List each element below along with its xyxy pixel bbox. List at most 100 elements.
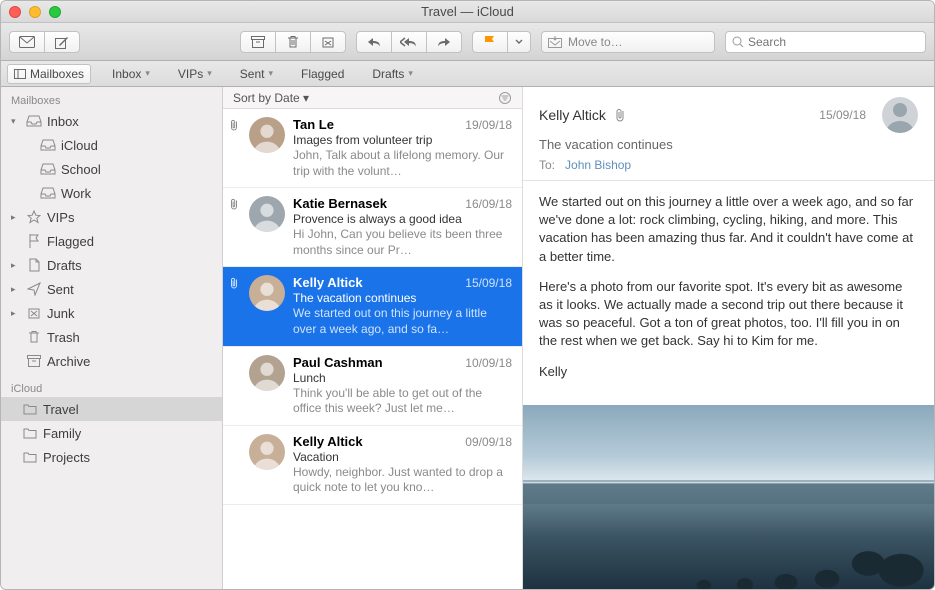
preview-paragraph: We started out on this journey a little … <box>539 193 918 266</box>
sent-icon <box>25 282 43 296</box>
attachment-indicator <box>227 355 241 417</box>
inbox-icon <box>39 139 57 151</box>
preview-to: To: John Bishop <box>539 158 918 172</box>
compose-button[interactable] <box>44 31 80 53</box>
flag-button[interactable] <box>472 31 508 53</box>
disclosure-triangle[interactable]: ▸ <box>11 212 21 223</box>
chevron-down-icon <box>515 39 523 45</box>
message-row[interactable]: Kelly Altick09/09/18VacationHowdy, neigh… <box>223 426 522 505</box>
preview-body: We started out on this journey a little … <box>523 181 934 405</box>
sidebar-item-label: Archive <box>47 354 90 369</box>
favorites-bar: Mailboxes Inbox▾ VIPs▾ Sent▾ Flagged Dra… <box>1 61 934 87</box>
message-from: Paul Cashman <box>293 355 383 370</box>
sidebar-item-label: Trash <box>47 330 80 345</box>
flag-menu-button[interactable] <box>507 31 531 53</box>
inbox-icon <box>25 115 43 127</box>
sidebar-mailbox-flagged[interactable]: Flagged <box>1 229 222 253</box>
reply-all-button[interactable] <box>391 31 427 53</box>
search-field[interactable] <box>725 31 926 53</box>
sidebar-mailbox-inbox[interactable]: ▾Inbox <box>1 109 222 133</box>
message-preview-text: Howdy, neighbor. Just wanted to drop a q… <box>293 465 512 496</box>
sidebar-mailbox-junk[interactable]: ▸ Junk <box>1 301 222 325</box>
titlebar: Travel — iCloud <box>1 1 934 23</box>
sidebar-item-label: School <box>61 162 101 177</box>
junk-button[interactable] <box>310 31 346 53</box>
app-window: Travel — iCloud <box>0 0 935 590</box>
folder-icon <box>21 427 39 439</box>
sidebar-folder-travel[interactable]: Travel <box>1 397 222 421</box>
sender-avatar <box>249 117 285 153</box>
minimize-window-button[interactable] <box>29 6 41 18</box>
favorites-sent[interactable]: Sent▾ <box>233 64 280 84</box>
junk-icon <box>25 307 43 320</box>
star-icon <box>25 210 43 224</box>
preview-avatar <box>882 97 918 133</box>
preview-subject: The vacation continues <box>539 137 918 152</box>
message-row[interactable]: Tan Le19/09/18Images from volunteer trip… <box>223 109 522 188</box>
envelope-icon <box>19 36 35 48</box>
to-recipient[interactable]: John Bishop <box>565 158 631 172</box>
sidebar-mailbox-trash[interactable]: Trash <box>1 325 222 349</box>
message-preview-text: Hi John, Can you believe its been three … <box>293 227 512 258</box>
reply-button[interactable] <box>356 31 392 53</box>
window-title: Travel — iCloud <box>1 4 934 19</box>
sort-bar[interactable]: Sort by Date ▾ <box>223 87 522 109</box>
message-from: Tan Le <box>293 117 334 132</box>
message-row[interactable]: Katie Bernasek16/09/18Provence is always… <box>223 188 522 267</box>
favorites-vips[interactable]: VIPs▾ <box>171 64 219 84</box>
favorites-drafts[interactable]: Drafts▾ <box>365 64 420 84</box>
sidebar-item-label: Sent <box>47 282 74 297</box>
favorites-inbox[interactable]: Inbox▾ <box>105 64 157 84</box>
folder-icon <box>21 403 39 415</box>
sidebar-folder-family[interactable]: Family <box>1 421 222 445</box>
flag-icon <box>25 234 43 248</box>
preview-date: 15/09/18 <box>819 108 866 122</box>
favorites-flagged[interactable]: Flagged <box>294 64 351 84</box>
get-mail-button[interactable] <box>9 31 45 53</box>
sidebar-item-label: Travel <box>43 402 79 417</box>
message-row[interactable]: Kelly Altick15/09/18The vacation continu… <box>223 267 522 346</box>
archive-button[interactable] <box>240 31 276 53</box>
sidebar-item-label: Junk <box>47 306 74 321</box>
mailboxes-icon <box>14 69 26 79</box>
reply-icon <box>366 36 382 48</box>
close-window-button[interactable] <box>9 6 21 18</box>
sidebar-folder-projects[interactable]: Projects <box>1 445 222 469</box>
sidebar: Mailboxes ▾Inbox iCloud School Work ▸ VIPs Fla… <box>1 87 223 589</box>
content-area: Mailboxes ▾Inbox iCloud School Work ▸ VIPs Fla… <box>1 87 934 589</box>
sidebar-mailbox-archive[interactable]: Archive <box>1 349 222 373</box>
compose-icon <box>55 35 69 49</box>
move-to-dropdown[interactable]: Move to… <box>541 31 715 53</box>
zoom-window-button[interactable] <box>49 6 61 18</box>
sidebar-mailbox-school[interactable]: School <box>1 157 222 181</box>
message-row[interactable]: Paul Cashman10/09/18LunchThink you'll be… <box>223 347 522 426</box>
preview-attachment-image[interactable] <box>523 405 934 589</box>
disclosure-triangle[interactable]: ▸ <box>11 308 21 319</box>
sidebar-item-label: VIPs <box>47 210 74 225</box>
sidebar-mailbox-work[interactable]: Work <box>1 181 222 205</box>
message-preview-text: We started out on this journey a little … <box>293 306 512 337</box>
search-input[interactable] <box>748 35 919 49</box>
sidebar-mailbox-icloud[interactable]: iCloud <box>1 133 222 157</box>
sidebar-section-mailboxes: Mailboxes <box>1 91 222 109</box>
disclosure-triangle[interactable]: ▸ <box>11 260 21 271</box>
junk-icon <box>321 35 335 49</box>
filter-button[interactable] <box>498 92 512 104</box>
archive-icon <box>251 36 265 48</box>
sidebar-mailbox-sent[interactable]: ▸ Sent <box>1 277 222 301</box>
chevron-down-icon: ▾ <box>408 68 413 79</box>
disclosure-triangle[interactable]: ▸ <box>11 284 21 295</box>
message-subject: Lunch <box>293 371 512 385</box>
to-label: To: <box>539 158 555 172</box>
mailboxes-toggle[interactable]: Mailboxes <box>7 64 91 84</box>
inbox-icon <box>39 187 57 199</box>
message-subject: Provence is always a good idea <box>293 212 512 226</box>
forward-button[interactable] <box>426 31 462 53</box>
sidebar-mailbox-vips[interactable]: ▸ VIPs <box>1 205 222 229</box>
message-date: 19/09/18 <box>457 118 512 132</box>
sidebar-item-label: iCloud <box>61 138 98 153</box>
message-list: Sort by Date ▾ Tan Le19/09/18Images from… <box>223 87 523 589</box>
delete-button[interactable] <box>275 31 311 53</box>
sidebar-mailbox-drafts[interactable]: ▸Drafts <box>1 253 222 277</box>
disclosure-triangle[interactable]: ▾ <box>11 116 21 127</box>
